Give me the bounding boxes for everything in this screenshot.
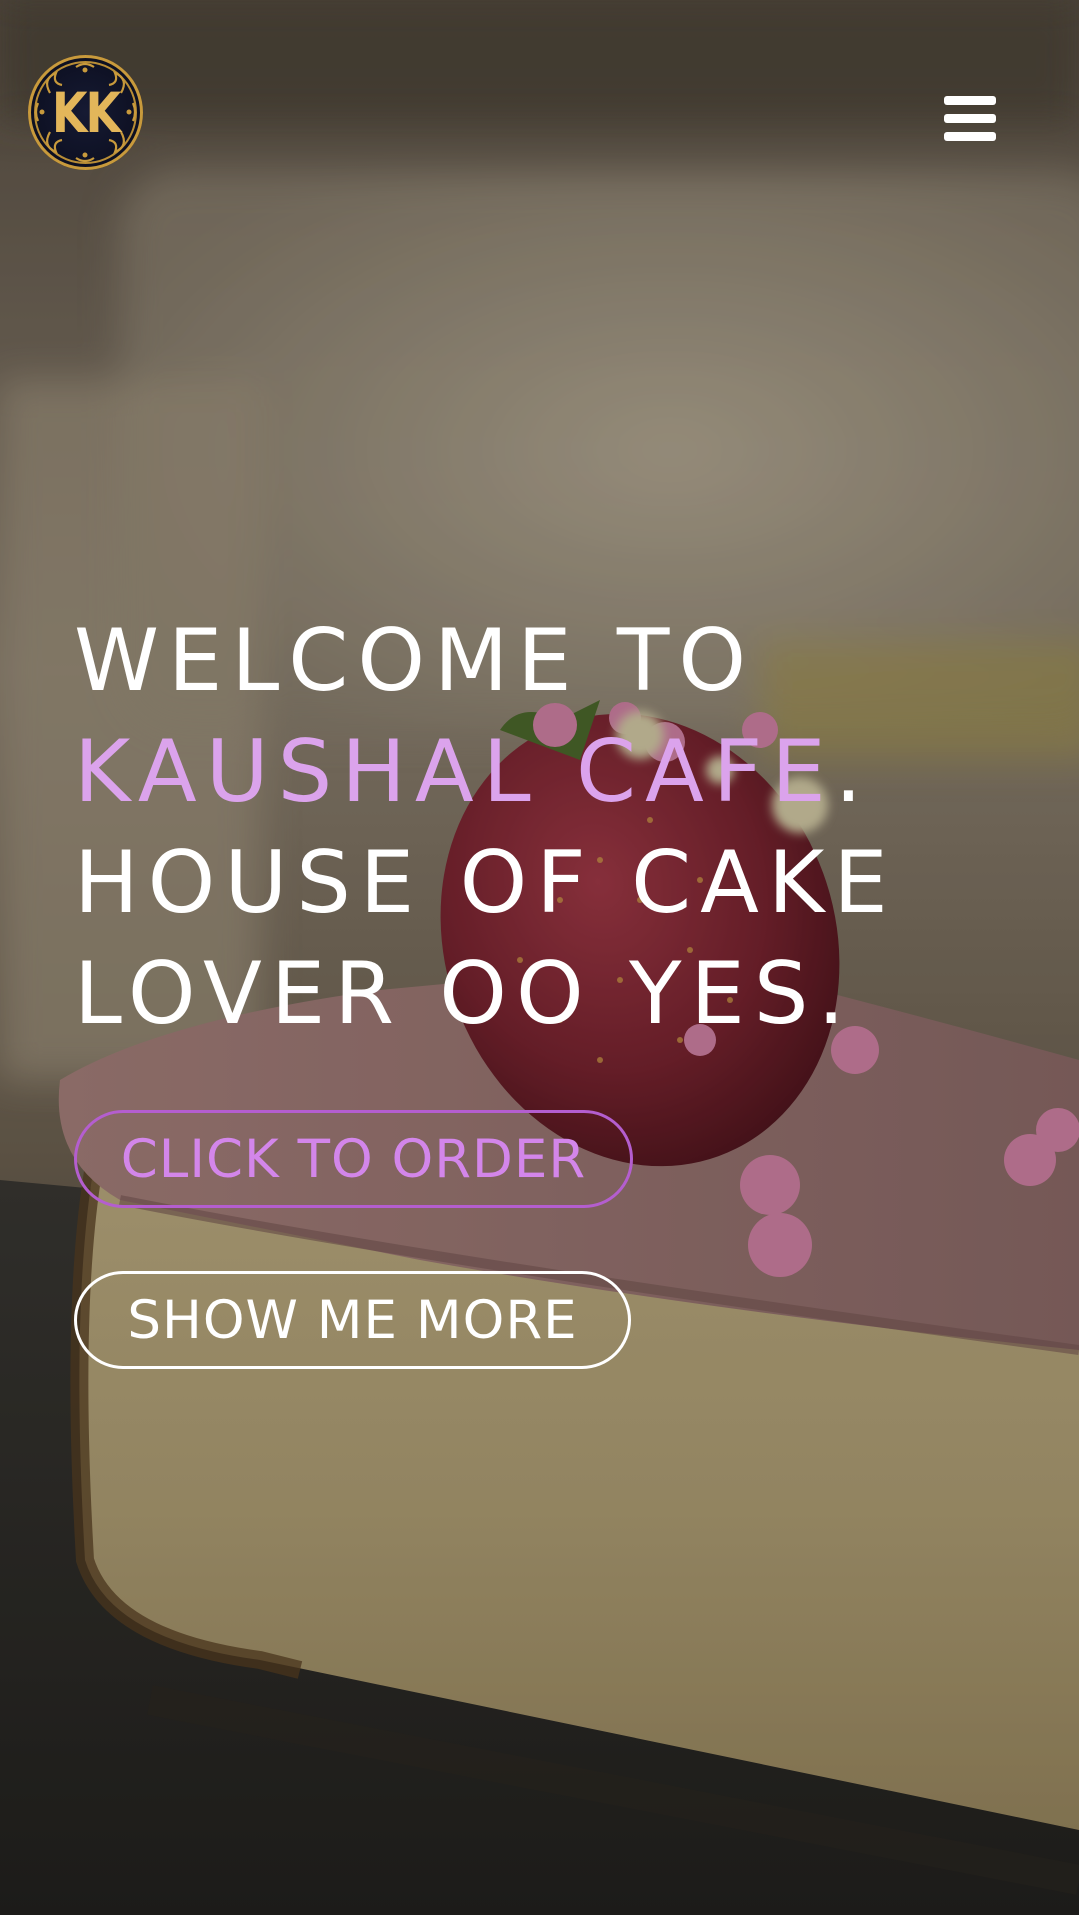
headline-line-2: KAUSHAL CAFE. [74, 717, 1054, 828]
kk-logo[interactable]: KK [28, 55, 143, 170]
headline-brand-name: KAUSHAL CAFE [74, 722, 835, 822]
menu-bar-middle [944, 114, 996, 123]
hero-headline: WELCOME TO KAUSHAL CAFE. HOUSE OF CAKE L… [74, 606, 1054, 1050]
headline-period: . [834, 722, 872, 822]
click-to-order-button[interactable]: CLICK TO ORDER [74, 1110, 633, 1208]
hero-section: KK WELCOME TO KAUSHAL CAFE. HOUSE OF CAK… [0, 0, 1079, 1915]
headline-line-4: LOVER OO YES. [74, 944, 854, 1044]
menu-bar-top [944, 96, 996, 105]
headline-line-1: WELCOME TO [74, 611, 756, 711]
show-me-more-button[interactable]: SHOW ME MORE [74, 1271, 631, 1369]
logo-text: KK [51, 80, 121, 145]
headline-line-3: HOUSE OF CAKE [74, 833, 897, 933]
menu-bar-bottom [944, 132, 996, 141]
hamburger-menu-icon[interactable] [944, 96, 996, 142]
